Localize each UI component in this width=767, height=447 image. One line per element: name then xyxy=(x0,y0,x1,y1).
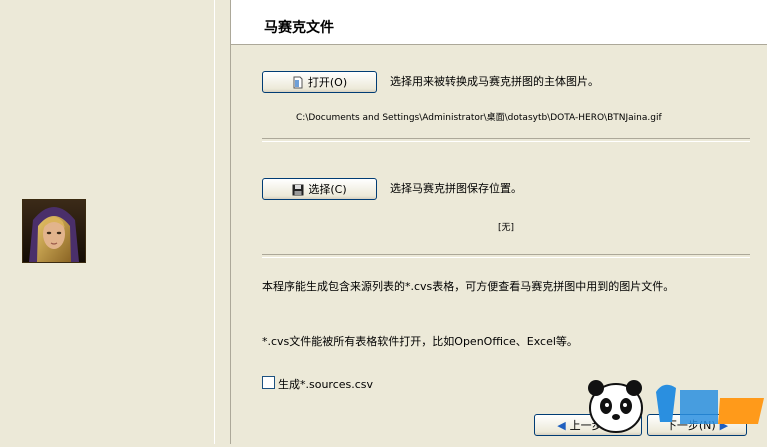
preview-pane xyxy=(0,0,215,444)
page-header: 马赛克文件 xyxy=(231,0,767,45)
info-text-line2: *.cvs文件能被所有表格软件打开，比如OpenOffice、Excel等。 xyxy=(262,335,578,348)
open-file-icon xyxy=(292,76,304,89)
output-description: 选择马赛克拼图保存位置。 xyxy=(390,182,522,195)
source-description: 选择用来被转换成马赛克拼图的主体图片。 xyxy=(390,75,599,88)
divider xyxy=(262,138,750,142)
page-title: 马赛克文件 xyxy=(264,20,334,36)
info-text-line1: 本程序能生成包含来源列表的*.cvs表格，可方便查看马赛克拼图中用到的图片文件。 xyxy=(262,280,675,293)
watermark-logo xyxy=(568,372,767,444)
choose-button[interactable]: 选择(C) xyxy=(262,178,377,200)
choose-button-label: 选择(C) xyxy=(308,183,347,196)
output-path: [无] xyxy=(498,223,515,233)
source-path: C:\Documents and Settings\Administrator\… xyxy=(296,113,662,123)
save-disk-icon xyxy=(292,183,304,196)
generate-sources-checkbox[interactable] xyxy=(262,376,275,389)
open-button[interactable]: 打开(O) xyxy=(262,71,377,93)
generate-sources-label[interactable]: 生成*.sources.csv xyxy=(278,376,373,392)
divider xyxy=(262,254,750,258)
source-image-preview xyxy=(22,199,86,263)
back-arrow-icon: ◀ xyxy=(557,418,566,432)
open-button-label: 打开(O) xyxy=(307,76,348,89)
